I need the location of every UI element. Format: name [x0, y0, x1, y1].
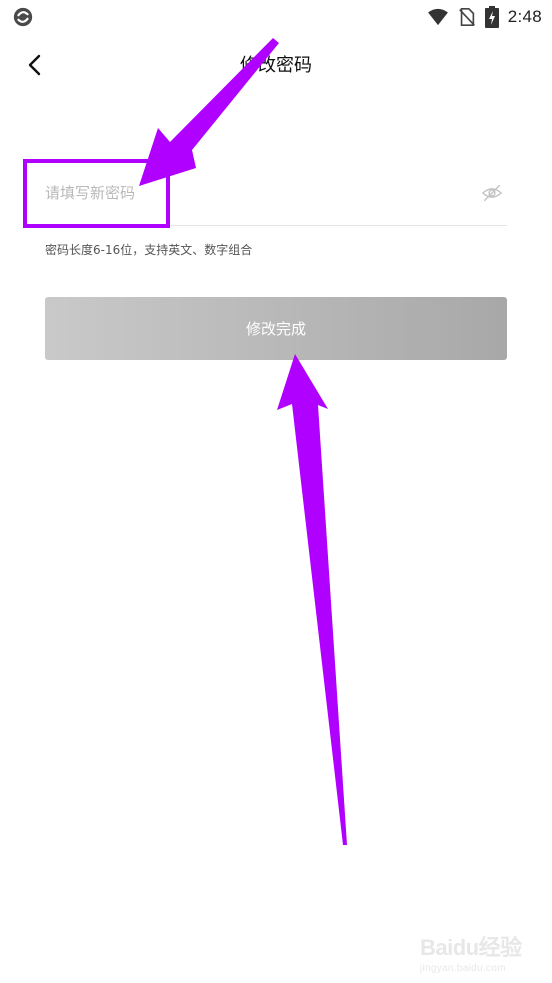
status-icons: 2:48 — [427, 5, 542, 29]
status-bar: 2:48 — [0, 0, 552, 34]
watermark-logo: Baidu经验 — [420, 935, 522, 960]
status-time: 2:48 — [507, 7, 542, 26]
screen: 2:48 修改密码 密码长度6-16位，支持英文、数字组合 修改完成 Baidu… — [0, 0, 552, 983]
submit-button[interactable]: 修改完成 — [45, 297, 507, 360]
page-title: 修改密码 — [240, 55, 312, 76]
new-password-field — [45, 160, 507, 226]
no-sim-icon — [458, 8, 475, 26]
annotation-overlay — [23, 38, 347, 845]
baidu-jingyan-watermark: Baidu经验 jingyan.baidu.com — [420, 930, 530, 974]
app-notification-icon — [13, 7, 33, 27]
annotation-arrow-bottom — [277, 354, 347, 845]
new-password-input[interactable] — [45, 172, 465, 214]
battery-charging-icon — [484, 6, 499, 28]
watermark-url: jingyan.baidu.com — [420, 963, 506, 974]
wifi-icon — [427, 8, 448, 26]
password-hint: 密码长度6-16位，支持英文、数字组合 — [45, 243, 253, 257]
eye-off-icon[interactable] — [481, 182, 503, 204]
